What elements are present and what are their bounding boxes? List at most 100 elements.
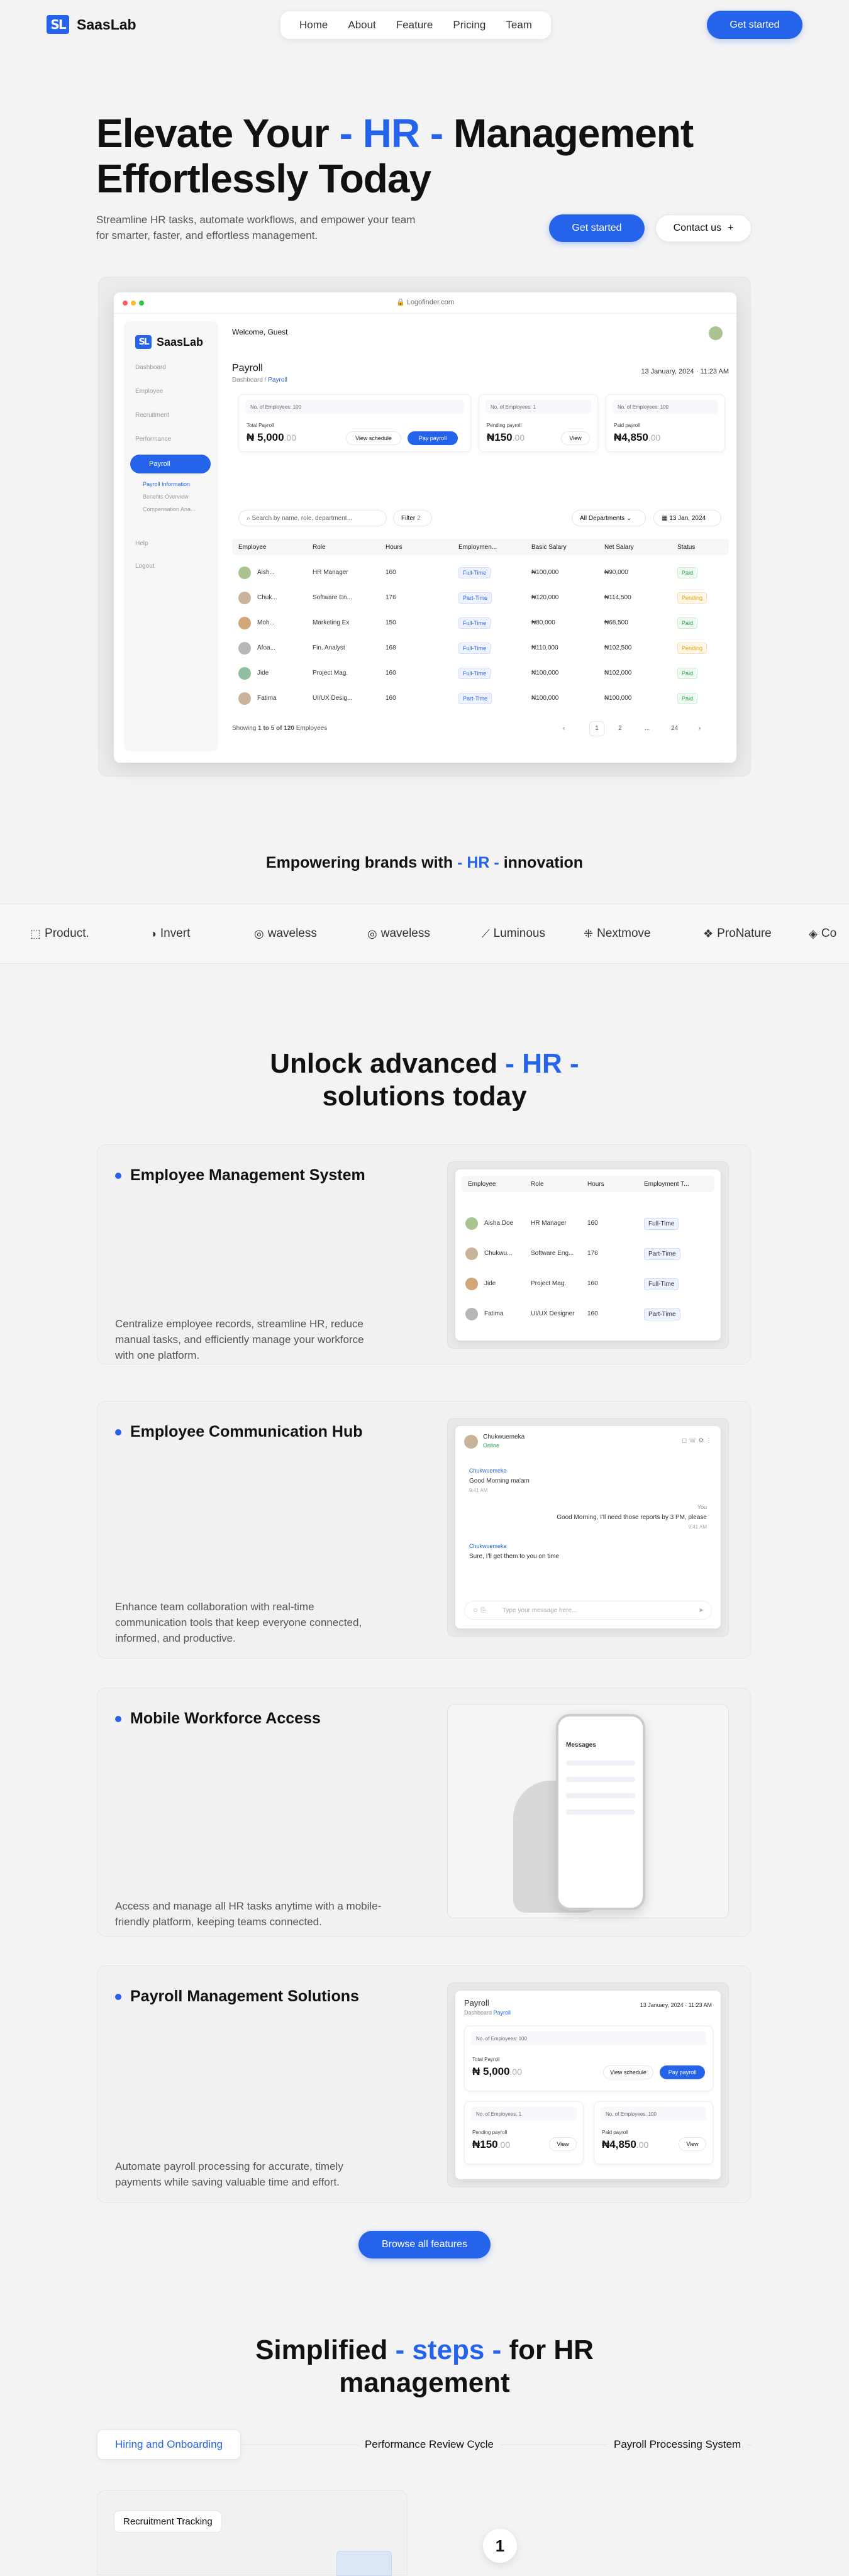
sidebar-item-employee[interactable]: Employee [135, 388, 163, 395]
feature-title: Employee Communication Hub [115, 1423, 362, 1441]
pay-payroll-button[interactable]: Pay payroll [660, 2065, 705, 2079]
view-button[interactable]: View [561, 431, 590, 445]
table-row[interactable]: Chukwu... Software Eng... 176 Part-Time [462, 1241, 714, 1266]
sidebar-item-performance[interactable]: Performance [135, 436, 171, 443]
recruitment-tracking-label: Recruitment Tracking [114, 2511, 222, 2533]
browser-bar: 🔒 Logofinder.com [114, 292, 736, 314]
table-row[interactable]: Jide Project Mag. 160 Full-Time ₦100,000 ₦102… [232, 661, 729, 686]
brand-partial: ◈ Co [809, 927, 836, 941]
feature-card-employee-management: Employee Management System Centralize em… [97, 1144, 751, 1364]
search-input[interactable]: ⌕ Search by name, role, department... [238, 510, 387, 526]
cell-employee: Jide [257, 670, 269, 677]
view-button[interactable]: View [549, 2137, 577, 2151]
cell-role: Marketing Ex [313, 619, 350, 626]
breadcrumb: Dashboard / Payroll [232, 377, 287, 384]
logo-mark: SL [47, 15, 69, 34]
sidebar-sub-benefits[interactable]: Benefits Overview [143, 494, 189, 500]
browse-features-button[interactable]: Browse all features [358, 2231, 491, 2258]
avatar[interactable] [709, 326, 723, 340]
brands-title-part2: innovation [499, 854, 584, 871]
sidebar-item-dashboard[interactable]: Dashboard [135, 364, 166, 371]
pending-payroll-card: No. of Employees: 1 Pending payroll ₦150… [479, 394, 598, 452]
table-row[interactable]: Afoa... Fin. Analyst 168 Full-Time ₦110,000 ₦… [232, 636, 729, 661]
cell-employment: Full-Time [644, 1278, 679, 1290]
crumb-dashboard[interactable]: Dashboard [464, 2009, 492, 2016]
cell-employment: Part-Time [644, 1248, 680, 1260]
cell-employment: Full-Time [644, 1218, 679, 1230]
attach-icon[interactable]: ☺ ⎘ [472, 1607, 486, 1614]
page-24[interactable]: 24 [671, 725, 678, 732]
avatar [238, 592, 251, 604]
department-select[interactable]: All Departments ⌄ [572, 510, 646, 526]
view-schedule-button[interactable]: View schedule [346, 431, 401, 445]
next-page-icon[interactable]: › [699, 725, 701, 732]
msg-sender: Chukwuemeka [469, 1468, 507, 1474]
send-icon[interactable]: ➤ [699, 1607, 704, 1614]
date-picker[interactable]: ▦ 13 Jan, 2024 [653, 510, 721, 526]
chat-message-input[interactable]: ☺ ⎘ Type your message here... ➤ [464, 1601, 712, 1620]
logo[interactable]: SL SaasLab [47, 15, 136, 34]
sidebar-item-recruitment[interactable]: Recruitment [135, 412, 169, 419]
hero-get-started-button[interactable]: Get started [549, 214, 645, 242]
cell-role: HR Manager [531, 1220, 567, 1227]
card-decimal: .00 [284, 433, 297, 443]
brand-label: Luminous [493, 927, 545, 940]
brand-invert: ◑ Invert [150, 927, 190, 941]
sidebar-sub-compensation[interactable]: Compensation Ana... [143, 506, 196, 512]
col-employment: Employmen... [458, 544, 497, 551]
cell-hours: 160 [587, 1280, 598, 1287]
filter-count: 2 [417, 515, 421, 522]
brand-luminous: ⟋ Luminous [482, 927, 545, 941]
prev-page-icon[interactable]: ‹ [563, 725, 565, 732]
crumb-payroll[interactable]: Payroll [494, 2009, 511, 2016]
cell-basic-salary: ₦100,000 [531, 670, 559, 677]
header-get-started-button[interactable]: Get started [707, 11, 802, 39]
avatar [238, 667, 251, 680]
sidebar-sub-payroll-info[interactable]: Payroll Information [143, 481, 190, 487]
table-row[interactable]: Moh... Marketing Ex 150 Full-Time ₦80,000 ₦68… [232, 611, 729, 636]
table-row[interactable]: Fatima UI/UX Designer 160 Part-Time [462, 1302, 714, 1327]
cell-hours: 160 [386, 569, 396, 576]
sidebar-item-payroll[interactable]: Payroll [130, 455, 211, 473]
table-row[interactable]: Aisha Doe HR Manager 160 Full-Time [462, 1211, 714, 1236]
table-row[interactable]: Chuk... Software En... 176 Part-Time ₦120,00… [232, 585, 729, 611]
nav-home[interactable]: Home [289, 19, 338, 31]
sidebar-item-logout[interactable]: Logout [135, 563, 155, 570]
step-preview-card: Recruitment Tracking [97, 2490, 408, 2576]
tab-hiring-onboarding[interactable]: Hiring and Onboarding [97, 2430, 241, 2460]
pronature-logo-icon: ❖ [703, 927, 714, 940]
page-2[interactable]: 2 [618, 725, 622, 732]
view-button[interactable]: View [679, 2137, 706, 2151]
showing-suffix: Employees [296, 725, 328, 732]
cell-employee: Fatima [257, 695, 277, 702]
tab-payroll-processing[interactable]: Payroll Processing System [608, 2430, 748, 2460]
nav-about[interactable]: About [338, 19, 386, 31]
hero-contact-button[interactable]: Contact us + [655, 214, 752, 242]
cell-hours: 176 [386, 594, 396, 601]
chat-actions-icons[interactable]: ◻ ☏ ⚙ ⋮ [682, 1437, 712, 1444]
view-schedule-button[interactable]: View schedule [603, 2065, 653, 2079]
brands-title: Empowering brands with - HR - innovation [0, 854, 849, 872]
cell-employment: Part-Time [458, 592, 492, 604]
crumb-payroll[interactable]: Payroll [268, 377, 287, 384]
cell-employment: Full-Time [458, 617, 491, 629]
crumb-dashboard[interactable]: Dashboard [232, 377, 263, 384]
nav-feature[interactable]: Feature [386, 19, 443, 31]
table-row[interactable]: Fatima UI/UX Desig... 160 Part-Time ₦100,000… [232, 686, 729, 711]
table-row[interactable]: Aish... HR Manager 160 Full-Time ₦100,000 ₦90… [232, 560, 729, 585]
cell-employee: Afoa... [257, 644, 275, 651]
nav-pricing[interactable]: Pricing [443, 19, 496, 31]
nav-team[interactable]: Team [496, 19, 542, 31]
cell-employment: Part-Time [644, 1308, 680, 1320]
cell-role: Software Eng... [531, 1250, 574, 1257]
brand-name: SaasLab [77, 16, 136, 33]
sidebar-item-help[interactable]: Help [135, 540, 148, 547]
card-label: Paid payroll [614, 423, 640, 428]
tab-performance-review[interactable]: Performance Review Cycle [358, 2430, 501, 2460]
pay-payroll-button[interactable]: Pay payroll [408, 431, 458, 445]
page-1[interactable]: 1 [589, 721, 604, 736]
table-row[interactable]: Jide Project Mag. 160 Full-Time [462, 1271, 714, 1296]
card-amount: ₦4,850 [602, 2138, 636, 2150]
phone-screen-title: Messages [566, 1742, 596, 1749]
filter-button[interactable]: Filter 2 [393, 510, 432, 526]
